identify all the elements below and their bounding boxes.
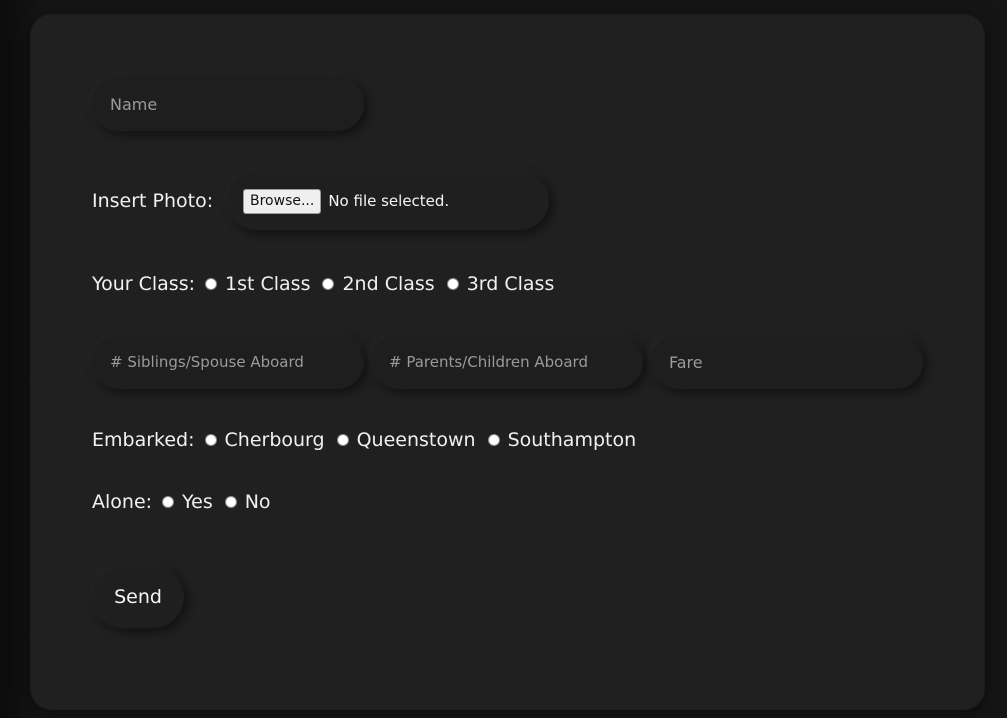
embarked-queenstown-label: Queenstown bbox=[356, 429, 476, 451]
alone-yes-label: Yes bbox=[182, 491, 213, 513]
alone-radio-group: Alone: Yes No bbox=[92, 491, 283, 513]
photo-file-input[interactable]: Browse... No file selected. bbox=[227, 172, 549, 230]
class-radio-group: Your Class: 1st Class 2nd Class 3rd Clas… bbox=[92, 273, 566, 295]
class-1st-radio[interactable] bbox=[205, 278, 217, 290]
siblings-spouse-input[interactable] bbox=[92, 335, 364, 389]
embarked-southampton-label: Southampton bbox=[507, 429, 637, 451]
embarked-cherbourg-radio[interactable] bbox=[204, 434, 217, 446]
browse-button[interactable]: Browse... bbox=[243, 188, 322, 214]
alone-yes-radio[interactable] bbox=[162, 496, 175, 508]
alone-no-radio[interactable] bbox=[224, 496, 237, 508]
name-input[interactable] bbox=[92, 77, 364, 131]
embarked-southampton-radio[interactable] bbox=[487, 434, 500, 446]
send-button[interactable]: Send bbox=[92, 566, 184, 628]
class-2nd-radio[interactable] bbox=[322, 278, 335, 290]
embarked-queenstown-radio[interactable] bbox=[336, 434, 349, 446]
form-card: Insert Photo: Browse... No file selected… bbox=[31, 15, 984, 709]
insert-photo-label: Insert Photo: bbox=[92, 190, 214, 212]
parents-children-input[interactable] bbox=[371, 335, 643, 389]
embarked-label: Embarked: bbox=[92, 429, 195, 451]
class-1st-label: 1st Class bbox=[225, 273, 311, 295]
class-label: Your Class: bbox=[92, 273, 195, 295]
alone-no-label: No bbox=[244, 491, 271, 513]
class-3rd-label: 3rd Class bbox=[466, 273, 555, 295]
file-status-text: No file selected. bbox=[328, 192, 450, 210]
class-3rd-radio[interactable] bbox=[446, 278, 459, 290]
embarked-radio-group: Embarked: Cherbourg Queenstown Southampt… bbox=[92, 429, 648, 451]
fare-input[interactable] bbox=[651, 335, 923, 389]
class-2nd-label: 2nd Class bbox=[342, 273, 435, 295]
alone-label: Alone: bbox=[92, 491, 153, 513]
embarked-cherbourg-label: Cherbourg bbox=[224, 429, 325, 451]
